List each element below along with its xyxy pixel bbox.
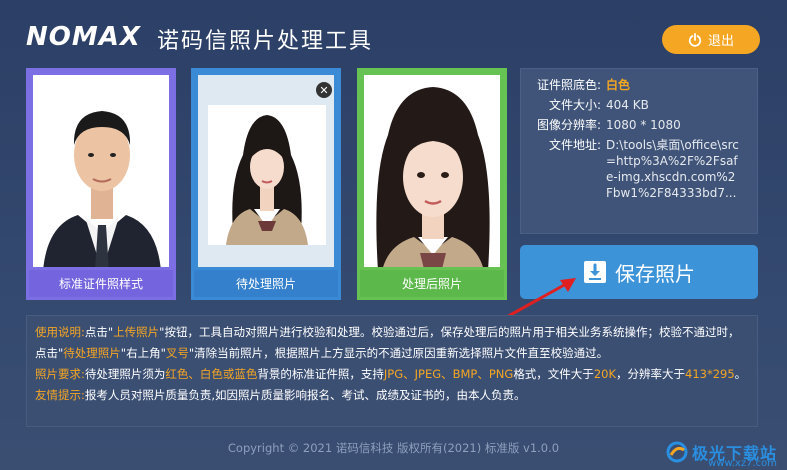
req-text-3: 格式，文件大于 [513, 367, 594, 381]
tip-text: 报考人员对照片质量负责,如因照片质量影响报名、考试、成绩及证书的，由本人负责。 [84, 388, 526, 402]
file-size-value: 404 KB [606, 98, 649, 112]
exit-label: 退出 [707, 33, 734, 48]
bg-color-row: 证件照底色: 白色 [531, 77, 747, 93]
req-highlight-colors: 红色、白色或蓝色 [165, 367, 258, 381]
usage-text-1: 点击" [84, 325, 114, 339]
bg-color-value: 白色 [606, 78, 631, 92]
req-text-4: ，分辨率大于 [616, 367, 685, 381]
req-highlight-size: 20K [593, 367, 616, 381]
header: NOMAX 诺码信照片处理工具 退出 [0, 0, 787, 70]
site-watermark: 极光下载站 www.xz7.com [666, 440, 777, 469]
instructions-panel: 使用说明:点击"上传照片"按钮，工具自动对照片进行校验和处理。校验通过后，保存处… [26, 315, 758, 427]
usage-text-4: "清除当前照片，根据照片上方显示的不通过原因重新选择照片文件直至校验通过。 [188, 346, 609, 360]
save-label: 保存照片 [615, 263, 695, 286]
resolution-value: 1080 * 1080 [606, 118, 681, 132]
app-title: 诺码信照片处理工具 [157, 29, 374, 54]
photo-requirements: 照片要求:待处理照片须为红色、白色或蓝色背景的标准证件照，支持JPG、JPEG、… [35, 364, 749, 385]
req-highlight-formats: JPG、JPEG、BMP、PNG [383, 367, 514, 381]
usage-title: 使用说明: [35, 325, 85, 339]
exit-button[interactable]: 退出 [662, 25, 760, 54]
usage-highlight-cross: 叉号 [165, 346, 189, 360]
file-path-row: 文件地址: D:\tools\桌面\office\src=http%3A%2F%… [531, 137, 747, 201]
pending-photo[interactable] [198, 75, 334, 267]
req-text-5: 。 [734, 367, 747, 381]
remove-photo-button[interactable]: ✕ [316, 82, 332, 98]
friendly-tip: 友情提示:报考人员对照片质量负责,如因照片质量影响报名、考试、成绩及证书的，由本… [35, 385, 749, 406]
watermark-url: www.xz7.com [708, 458, 777, 469]
tip-title: 友情提示: [35, 388, 85, 402]
watermark-logo-icon [666, 441, 688, 463]
req-text-1: 待处理照片须为 [84, 367, 166, 381]
resolution-label: 图像分辨率: [536, 118, 601, 132]
bg-color-label: 证件照底色: [536, 78, 601, 92]
req-text-2: 背景的标准证件照，支持 [257, 367, 384, 381]
file-path-label: 文件地址: [548, 138, 601, 152]
usage-highlight-upload: 上传照片 [113, 325, 160, 339]
file-size-label: 文件大小: [548, 98, 601, 112]
photo-info-panel: 证件照底色: 白色 文件大小: 404 KB 图像分辨率: 1080 * 108… [520, 68, 758, 234]
resolution-row: 图像分辨率: 1080 * 1080 [531, 117, 747, 133]
standard-photo-card: 标准证件照样式 [26, 68, 176, 300]
file-path-value: D:\tools\桌面\office\src=http%3A%2F%2Fsafe… [606, 138, 739, 200]
pending-photo-caption: 待处理照片 [194, 270, 338, 297]
nomax-logo: NOMAX [26, 22, 141, 52]
standard-photo-caption: 标准证件照样式 [29, 270, 173, 297]
standard-sample-photo [33, 75, 169, 267]
processed-photo [364, 75, 500, 267]
file-size-row: 文件大小: 404 KB [531, 97, 747, 113]
requirements-title: 照片要求: [35, 367, 85, 381]
power-icon [688, 32, 702, 47]
usage-highlight-pending: 待处理照片 [63, 346, 121, 360]
pending-photo-card[interactable]: ✕ 待处理照片 [191, 68, 341, 300]
usage-text-3: "右上角" [120, 346, 166, 360]
req-highlight-resolution: 413*295 [685, 367, 735, 381]
usage-instructions: 使用说明:点击"上传照片"按钮，工具自动对照片进行校验和处理。校验通过后，保存处… [35, 322, 749, 364]
